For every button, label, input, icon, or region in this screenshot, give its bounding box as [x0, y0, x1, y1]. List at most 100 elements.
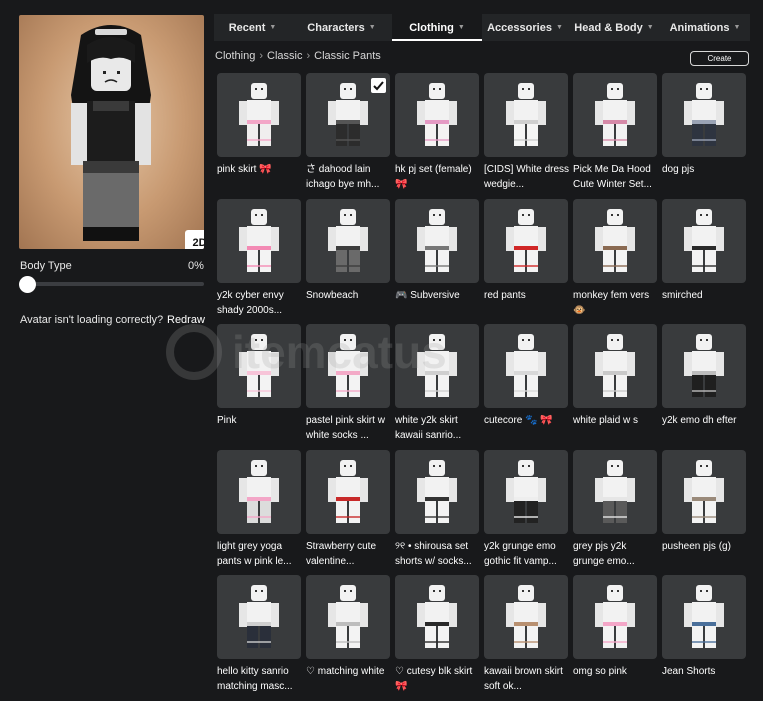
item-thumbnail[interactable] [573, 73, 657, 157]
item-card[interactable]: cutecore 🐾 🎀 [484, 324, 568, 450]
item-name[interactable]: Snowbeach [306, 288, 392, 303]
item-card[interactable]: red pants [484, 198, 570, 325]
item-name[interactable]: さ dahood lain ichago bye mh... [306, 162, 392, 192]
breadcrumb-classic[interactable]: Classic [267, 50, 302, 62]
item-name[interactable]: pink skirt 🎀 [217, 162, 303, 177]
tab-animations[interactable]: Animations ▼ [660, 14, 750, 41]
item-name[interactable]: ♡ cutesy blk skirt 🎀 [395, 664, 481, 694]
item-card[interactable]: dog pjs [662, 73, 746, 199]
item-card[interactable]: y2k cyber envy shady 2000s... [217, 198, 303, 325]
item-card[interactable]: ♡ cutesy blk skirt 🎀 [395, 575, 479, 701]
item-name[interactable]: cutecore 🐾 🎀 [484, 413, 570, 428]
tab-head-body[interactable]: Head & Body ▼ [568, 14, 660, 41]
item-card[interactable]: さ dahood lain ichago bye mh... [306, 73, 390, 199]
item-name[interactable]: smirched [662, 288, 748, 303]
item-card[interactable]: white plaid w s [573, 324, 657, 450]
item-thumbnail[interactable] [217, 198, 301, 283]
item-card[interactable]: Snowbeach [306, 198, 392, 325]
item-card[interactable]: Jean Shorts [662, 575, 746, 701]
item-name[interactable]: y2k grunge emo gothic fit vamp... [484, 539, 570, 569]
item-name[interactable]: ୨୧ • shirousa set shorts w/ socks... [395, 539, 481, 569]
item-thumbnail[interactable] [662, 73, 746, 157]
item-name[interactable]: 🎮 Subversive [395, 288, 481, 303]
item-thumbnail[interactable] [217, 575, 301, 659]
item-card[interactable]: kawaii brown skirt soft ok... [484, 575, 568, 701]
item-name[interactable]: dog pjs [662, 162, 748, 177]
item-thumbnail[interactable] [662, 575, 746, 659]
item-name[interactable]: red pants [484, 288, 570, 303]
item-thumbnail[interactable] [484, 449, 568, 534]
item-name[interactable]: hk pj set (female) 🎀 [395, 162, 481, 192]
item-card[interactable]: y2k grunge emo gothic fit vamp... [484, 449, 570, 576]
item-name[interactable]: ♡ matching white [306, 664, 392, 679]
avatar-preview[interactable]: 2D [19, 15, 204, 249]
tab-recent[interactable]: Recent ▼ [214, 14, 291, 41]
item-thumbnail[interactable] [306, 198, 390, 283]
item-thumbnail[interactable] [662, 198, 746, 283]
item-name[interactable]: pusheen pjs (g) [662, 539, 748, 554]
item-thumbnail[interactable] [395, 324, 479, 408]
item-card[interactable]: hk pj set (female) 🎀 [395, 73, 479, 199]
toggle-2d-button[interactable]: 2D [185, 230, 204, 249]
item-thumbnail[interactable] [573, 324, 657, 408]
item-name[interactable]: hello kitty sanrio matching masc... [217, 664, 303, 694]
item-thumbnail[interactable] [395, 73, 479, 157]
item-thumbnail[interactable] [306, 324, 390, 408]
redraw-link[interactable]: Redraw [167, 314, 205, 326]
item-thumbnail[interactable] [484, 575, 568, 659]
item-card[interactable]: pastel pink skirt w white socks ... [306, 324, 390, 450]
item-thumbnail[interactable] [662, 449, 746, 534]
item-thumbnail[interactable] [395, 575, 479, 659]
item-thumbnail[interactable] [573, 449, 657, 534]
item-name[interactable]: y2k emo dh efter [662, 413, 748, 428]
item-card[interactable]: [CIDS] White dress wedgie... [484, 73, 570, 199]
item-name[interactable]: kawaii brown skirt soft ok... [484, 664, 570, 694]
item-thumbnail[interactable] [395, 449, 479, 534]
body-type-slider-thumb[interactable] [19, 276, 36, 293]
item-name[interactable]: Pick Me Da Hood Cute Winter Set... [573, 162, 659, 192]
item-card[interactable]: Strawberry cute valentine... [306, 449, 392, 576]
item-card[interactable]: Pink [217, 324, 301, 450]
item-thumbnail[interactable] [306, 73, 390, 157]
item-name[interactable]: light grey yoga pants w pink le... [217, 539, 303, 569]
item-name[interactable]: monkey fem vers 🐵 [573, 288, 659, 318]
item-thumbnail[interactable] [484, 198, 568, 283]
tab-characters[interactable]: Characters ▼ [291, 14, 392, 41]
item-thumbnail[interactable] [662, 324, 746, 408]
item-thumbnail[interactable] [306, 575, 390, 659]
item-thumbnail[interactable] [217, 449, 301, 534]
item-name[interactable]: Jean Shorts [662, 664, 748, 679]
item-name[interactable]: Strawberry cute valentine... [306, 539, 392, 569]
item-name[interactable]: Pink [217, 413, 303, 428]
item-name[interactable]: white plaid w s [573, 413, 659, 428]
item-name[interactable]: y2k cyber envy shady 2000s... [217, 288, 303, 318]
item-thumbnail[interactable] [395, 198, 479, 283]
item-card[interactable]: hello kitty sanrio matching masc... [217, 575, 301, 701]
item-thumbnail[interactable] [306, 449, 390, 534]
item-thumbnail[interactable] [573, 198, 657, 283]
item-name[interactable]: pastel pink skirt w white socks ... [306, 413, 392, 443]
item-name[interactable]: grey pjs y2k grunge emo... [573, 539, 659, 569]
item-card[interactable]: ♡ matching white [306, 575, 390, 701]
item-card[interactable]: grey pjs y2k grunge emo... [573, 449, 659, 576]
item-card[interactable]: pink skirt 🎀 [217, 73, 301, 199]
item-card[interactable]: 🎮 Subversive [395, 198, 481, 325]
item-card[interactable]: smirched [662, 198, 748, 325]
item-thumbnail[interactable] [484, 324, 568, 408]
item-thumbnail[interactable] [217, 73, 301, 157]
item-card[interactable]: ୨୧ • shirousa set shorts w/ socks... [395, 449, 481, 576]
item-name[interactable]: [CIDS] White dress wedgie... [484, 162, 570, 192]
item-card[interactable]: omg so pink [573, 575, 657, 701]
item-name[interactable]: omg so pink [573, 664, 659, 679]
item-card[interactable]: Pick Me Da Hood Cute Winter Set... [573, 73, 657, 199]
item-card[interactable]: light grey yoga pants w pink le... [217, 449, 303, 576]
item-card[interactable]: monkey fem vers 🐵 [573, 198, 659, 325]
item-name[interactable]: white y2k skirt kawaii sanrio... [395, 413, 481, 443]
item-thumbnail[interactable] [484, 73, 568, 157]
item-card[interactable]: y2k emo dh efter [662, 324, 746, 450]
item-thumbnail[interactable] [573, 575, 657, 659]
body-type-slider[interactable] [20, 282, 204, 286]
create-button[interactable]: Create [690, 51, 749, 66]
item-thumbnail[interactable] [217, 324, 301, 408]
item-card[interactable]: white y2k skirt kawaii sanrio... [395, 324, 479, 450]
